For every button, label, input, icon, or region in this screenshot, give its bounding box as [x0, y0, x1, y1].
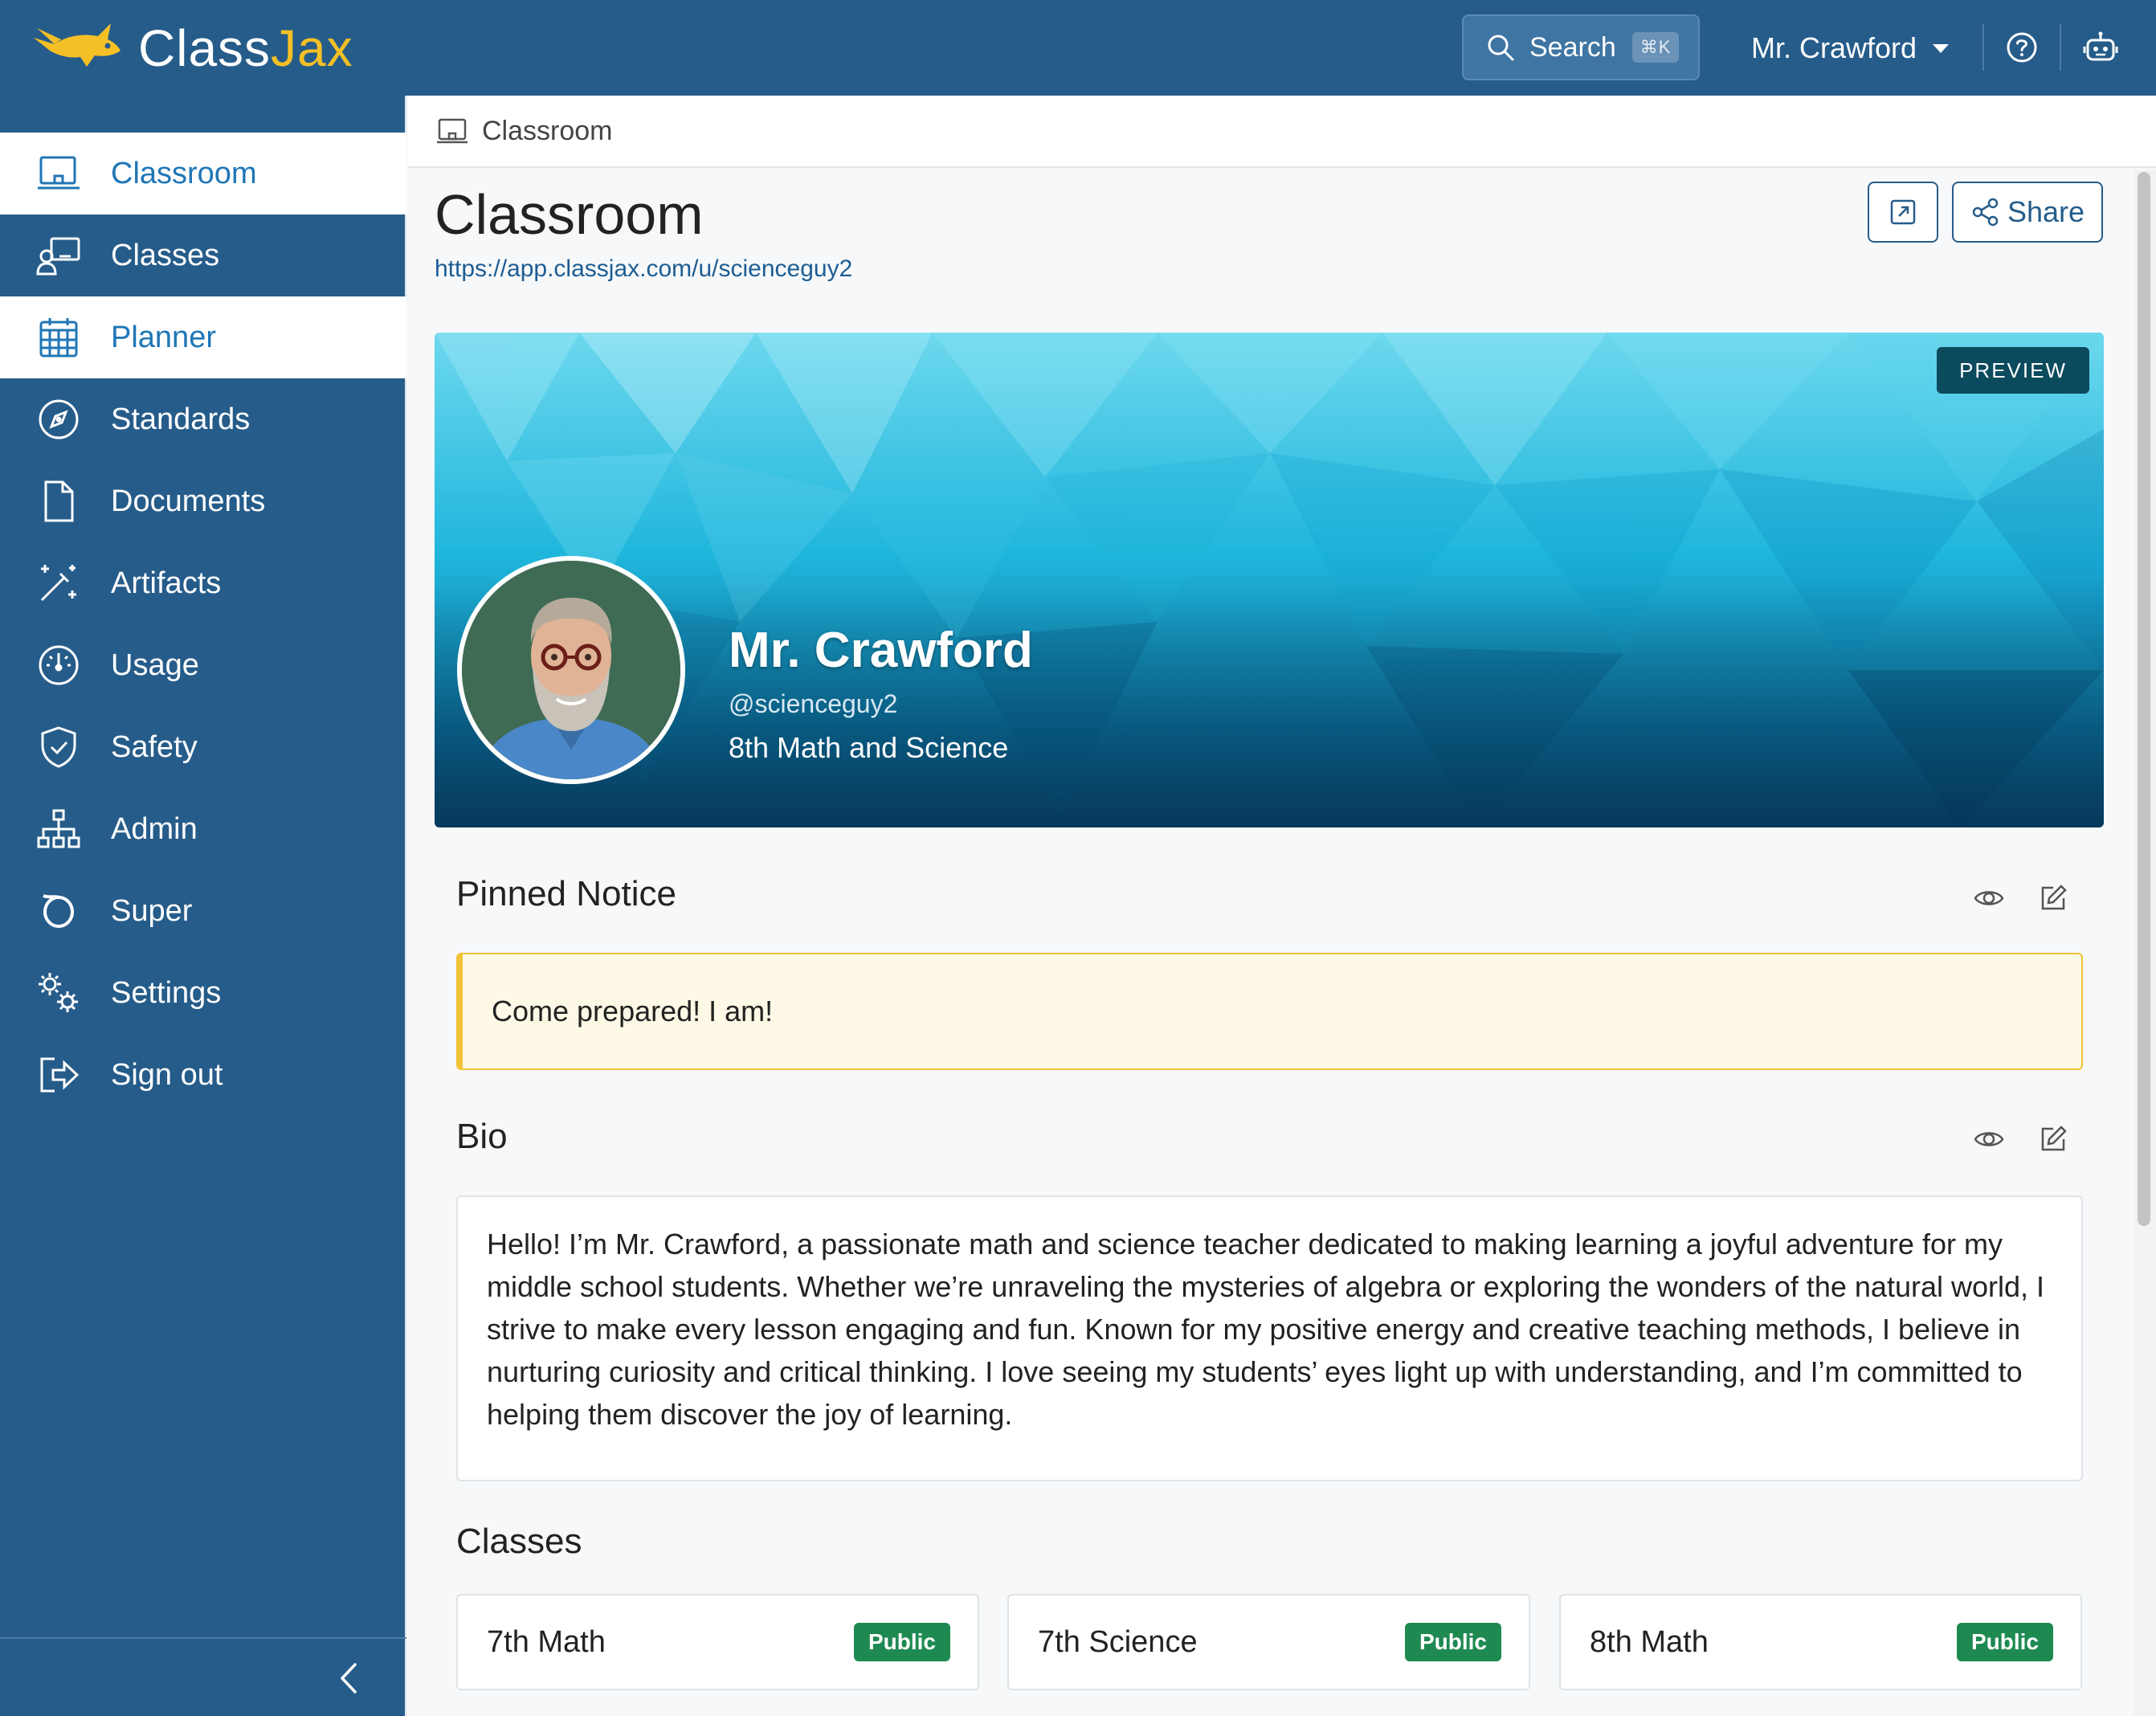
- user-menu-label: Mr. Crawford: [1751, 31, 1917, 64]
- sidebar-item-sign-out[interactable]: Sign out: [0, 1034, 406, 1116]
- search-button[interactable]: Search ⌘K: [1462, 14, 1700, 80]
- teacher-board-icon: [36, 237, 80, 276]
- shield-check-icon: [41, 726, 76, 768]
- navbar-divider: [2060, 24, 2061, 71]
- class-name: 7th Math: [487, 1624, 606, 1659]
- sidebar-item-label: Documents: [111, 484, 266, 518]
- sidebar-item-label: Standards: [111, 402, 251, 436]
- sidebar-item-label: Safety: [111, 729, 198, 764]
- sidebar-item-usage[interactable]: Usage: [0, 624, 406, 706]
- edit-icon[interactable]: [2037, 882, 2069, 914]
- breadcrumb: Classroom: [408, 96, 2156, 168]
- ring-icon: [43, 894, 74, 928]
- eye-icon[interactable]: [1973, 1123, 2005, 1155]
- org-chart-icon: [37, 809, 80, 848]
- sidebar-item-planner[interactable]: Planner: [0, 296, 406, 378]
- pinned-notice-text: Come prepared! I am!: [492, 995, 774, 1028]
- document-icon: [44, 480, 74, 522]
- sidebar-item-label: Settings: [111, 975, 222, 1010]
- sidebar-item-safety[interactable]: Safety: [0, 706, 406, 788]
- sidebar-footer: [0, 1637, 406, 1716]
- profile-url-link[interactable]: https://app.classjax.com/u/scienceguy2: [435, 255, 852, 283]
- eye-icon[interactable]: [1973, 882, 2005, 914]
- edit-icon[interactable]: [2037, 1123, 2069, 1155]
- sign-out-icon: [40, 1057, 80, 1093]
- profile-handle: @scienceguy2: [729, 689, 898, 718]
- status-badge: Public: [1956, 1623, 2053, 1661]
- status-badge: Public: [853, 1623, 950, 1661]
- pinned-notice-title: Pinned Notice: [456, 874, 676, 913]
- search-shortcut-badge: ⌘K: [1631, 32, 1680, 63]
- profile-name: Mr. Crawford: [729, 623, 1033, 678]
- class-card[interactable]: 8th Math Public: [1559, 1594, 2082, 1690]
- pinned-notice-box: Come prepared! I am!: [456, 953, 2083, 1070]
- sidebar: Classroom Classes Planner Standards Docu…: [0, 96, 406, 1716]
- user-menu-dropdown[interactable]: Mr. Crawford: [1751, 24, 1950, 72]
- preview-badge: PREVIEW: [1937, 347, 2089, 394]
- chevron-left-icon[interactable]: [331, 1658, 366, 1698]
- compass-icon: [39, 399, 79, 439]
- scrollbar-thumb[interactable]: [2138, 172, 2150, 1226]
- gears-icon: [39, 973, 78, 1012]
- sidebar-item-documents[interactable]: Documents: [0, 460, 406, 542]
- speedometer-icon: [39, 645, 79, 685]
- sidebar-item-label: Classroom: [111, 156, 257, 190]
- jackrabbit-logo-icon: [34, 23, 120, 67]
- sidebar-nav: Classroom Classes Planner Standards Docu…: [0, 133, 406, 1116]
- sidebar-item-super[interactable]: Super: [0, 870, 406, 952]
- sidebar-item-label: Super: [111, 893, 193, 928]
- sidebar-item-classroom[interactable]: Classroom: [0, 133, 406, 214]
- brand-name: ClassJax: [138, 19, 353, 77]
- breadcrumb-label[interactable]: Classroom: [482, 116, 612, 147]
- bio-text: Hello! I’m Mr. Crawford, a passionate ma…: [487, 1228, 2045, 1431]
- share-label: Share: [2007, 195, 2085, 228]
- status-badge: Public: [1404, 1623, 1501, 1661]
- search-label: Search: [1529, 31, 1616, 63]
- profile-banner: PREVIEW Mr. Crawford @scienceguy2 8th Ma…: [435, 333, 2104, 827]
- monitor-icon: [38, 156, 80, 190]
- share-icon: [1972, 198, 1999, 227]
- avatar: [457, 556, 685, 784]
- class-card[interactable]: 7th Math Public: [456, 1594, 979, 1690]
- share-button[interactable]: Share: [1952, 182, 2103, 243]
- monitor-icon: [437, 118, 468, 144]
- page-title: Classroom: [435, 183, 704, 246]
- sidebar-item-label: Usage: [111, 648, 199, 682]
- sidebar-item-classes[interactable]: Classes: [0, 214, 406, 296]
- sidebar-item-label: Classes: [111, 238, 220, 272]
- caret-down-icon: [1933, 43, 1950, 53]
- class-name: 7th Science: [1038, 1624, 1198, 1659]
- sidebar-item-admin[interactable]: Admin: [0, 788, 406, 870]
- bio-title: Bio: [456, 1117, 508, 1156]
- teacher-portrait: [462, 561, 680, 779]
- sidebar-item-label: Artifacts: [111, 566, 222, 600]
- sidebar-item-label: Admin: [111, 811, 198, 846]
- banner-background: [435, 333, 2104, 827]
- calendar-icon: [39, 318, 78, 358]
- class-card[interactable]: 7th Science Public: [1007, 1594, 1530, 1690]
- top-navbar: ClassJax Search ⌘K Mr. Crawford: [0, 0, 2156, 96]
- external-link-icon: [1890, 199, 1916, 225]
- profile-subtitle: 8th Math and Science: [729, 731, 1009, 764]
- class-name: 8th Math: [1590, 1624, 1709, 1659]
- robot-icon[interactable]: [2080, 27, 2121, 67]
- bio-box: Hello! I’m Mr. Crawford, a passionate ma…: [456, 1195, 2083, 1481]
- sidebar-item-standards[interactable]: Standards: [0, 378, 406, 460]
- open-external-button[interactable]: [1868, 182, 1938, 243]
- classes-title: Classes: [456, 1522, 582, 1561]
- magic-wand-icon: [40, 565, 76, 602]
- sidebar-item-artifacts[interactable]: Artifacts: [0, 542, 406, 624]
- help-icon[interactable]: [2002, 27, 2042, 67]
- brand-logo[interactable]: ClassJax: [31, 16, 353, 80]
- sidebar-item-settings[interactable]: Settings: [0, 952, 406, 1034]
- sidebar-item-label: Sign out: [111, 1057, 223, 1092]
- navbar-divider: [1982, 24, 1984, 71]
- search-icon: [1488, 35, 1514, 61]
- sidebar-item-label: Planner: [111, 320, 216, 354]
